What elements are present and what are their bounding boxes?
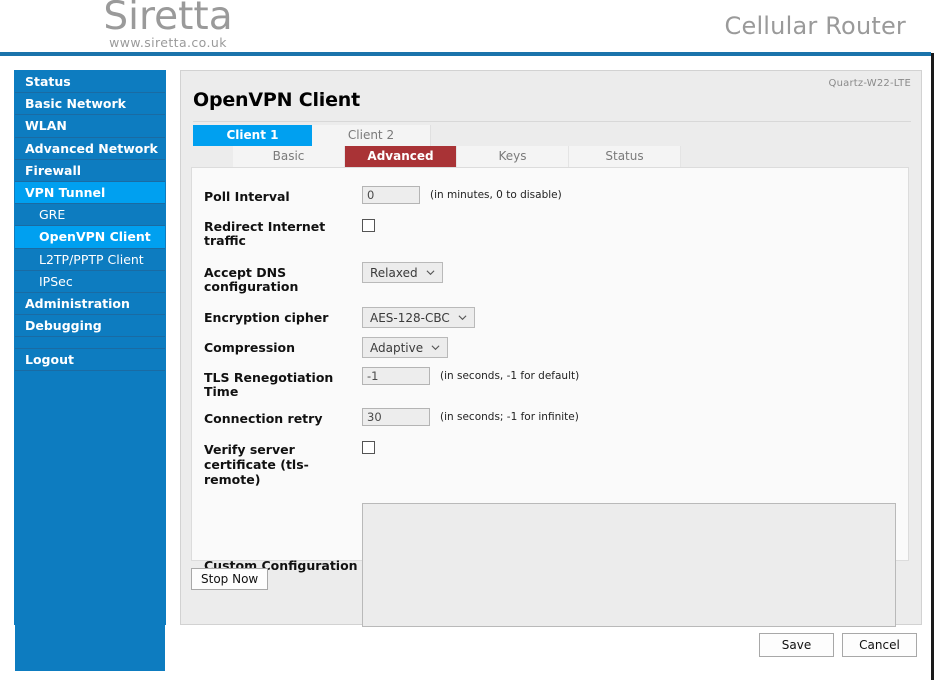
section-tabs: Basic Advanced Keys Status [193,146,681,167]
accept-dns-configuration-value: Relaxed [370,265,418,280]
title-divider [193,121,911,122]
tab-client-1[interactable]: Client 1 [193,125,312,146]
sidebar-item-gre[interactable]: GRE [15,204,165,227]
sidebar-item-debugging[interactable]: Debugging [15,315,165,338]
sidebar-item-firewall[interactable]: Firewall [15,159,165,182]
client-tabs: Client 1 Client 2 [193,125,431,146]
compression-select[interactable]: Adaptive [362,337,449,358]
sidebar-spacer [15,337,165,350]
sidebar-nav: Status Basic Network WLAN Advanced Netwo… [14,70,166,672]
hint-tls-renegotiation-time: (in seconds, -1 for default) [440,370,580,382]
page-header: Siretta www.siretta.co.uk Cellular Route… [0,0,934,53]
label-connection-retry: Connection retry [204,411,323,426]
label-accept-dns-configuration: Accept DNS configuration [204,265,299,294]
sidebar-item-ipsec[interactable]: IPSec [15,270,165,293]
sidebar-item-l2tp-pptp-client[interactable]: L2TP/PPTP Client [15,248,165,271]
sidebar-item-wlan[interactable]: WLAN [15,115,165,138]
row-tls-renegotiation-time: TLS Renegotiation Time (in seconds, -1 f… [192,367,908,399]
cancel-button[interactable]: Cancel [842,633,917,657]
chevron-down-icon [431,344,440,350]
sidebar-item-openvpn-client[interactable]: OpenVPN Client [15,226,165,249]
sidebar-item-basic-network[interactable]: Basic Network [15,93,165,116]
encryption-cipher-select[interactable]: AES-128-CBC [362,307,475,328]
save-button[interactable]: Save [759,633,834,657]
label-custom-configuration: Custom Configuration [204,558,358,573]
tab-basic[interactable]: Basic [233,146,345,167]
model-label: Quartz-W22-LTE [828,78,911,89]
row-encryption-cipher: Encryption cipher AES-128-CBC [192,307,908,328]
custom-configuration-textarea[interactable] [362,503,896,627]
label-verify-server-certificate: Verify server certificate (tls-remote) [204,442,309,487]
row-redirect-internet-traffic: Redirect Internet traffic [192,216,908,248]
poll-interval-input[interactable] [362,186,420,204]
brand-logo: Siretta www.siretta.co.uk [48,0,288,49]
label-poll-interval: Poll Interval [204,189,290,204]
compression-value: Adaptive [370,340,424,355]
sidebar-item-vpn-tunnel[interactable]: VPN Tunnel [15,181,165,205]
row-poll-interval: Poll Interval (in minutes, 0 to disable) [192,186,908,204]
stop-now-container: Stop Now [191,568,269,590]
label-redirect-internet-traffic: Redirect Internet traffic [204,219,326,248]
stop-now-button[interactable]: Stop Now [191,568,269,590]
row-compression: Compression Adaptive [192,337,908,358]
row-custom-configuration: Custom Configuration [192,503,908,627]
router-admin-page: Siretta www.siretta.co.uk Cellular Route… [0,0,934,680]
sidebar-item-logout[interactable]: Logout [15,349,165,372]
page-title: OpenVPN Client [193,89,360,111]
content-panel: Quartz-W22-LTE OpenVPN Client Client 1 C… [180,70,922,627]
brand-name: Siretta [103,0,233,39]
redirect-internet-traffic-checkbox[interactable] [362,219,375,232]
tab-keys[interactable]: Keys [457,146,569,167]
section-tabs-indent [193,146,233,167]
product-title: Cellular Router [724,12,906,40]
row-verify-server-certificate: Verify server certificate (tls-remote) [192,438,908,487]
label-compression: Compression [204,340,296,355]
sidebar-item-status[interactable]: Status [15,71,165,94]
tls-renegotiation-time-input[interactable] [362,367,430,385]
label-tls-renegotiation-time: TLS Renegotiation Time [204,370,334,399]
tab-advanced[interactable]: Advanced [345,146,457,167]
accept-dns-configuration-select[interactable]: Relaxed [362,262,443,283]
encryption-cipher-value: AES-128-CBC [370,310,450,325]
label-encryption-cipher: Encryption cipher [204,310,329,325]
footer-actions: Save Cancel [759,633,917,657]
sidebar-filler [15,371,165,672]
verify-server-certificate-checkbox[interactable] [362,441,375,454]
chevron-down-icon [426,269,435,275]
brand-url: www.siretta.co.uk [109,35,227,50]
tab-client-2[interactable]: Client 2 [312,125,431,146]
hint-poll-interval: (in minutes, 0 to disable) [430,189,562,201]
header-divider [0,52,931,56]
connection-retry-input[interactable] [362,408,430,426]
sidebar-item-administration[interactable]: Administration [15,292,165,316]
hint-connection-retry: (in seconds; -1 for infinite) [440,411,579,423]
chevron-down-icon [458,314,467,320]
tab-status[interactable]: Status [569,146,681,167]
row-accept-dns-configuration: Accept DNS configuration Relaxed [192,262,908,294]
row-connection-retry: Connection retry (in seconds; -1 for inf… [192,408,908,426]
sidebar-item-advanced-network[interactable]: Advanced Network [15,137,165,160]
advanced-settings-form: Poll Interval (in minutes, 0 to disable)… [191,167,909,627]
